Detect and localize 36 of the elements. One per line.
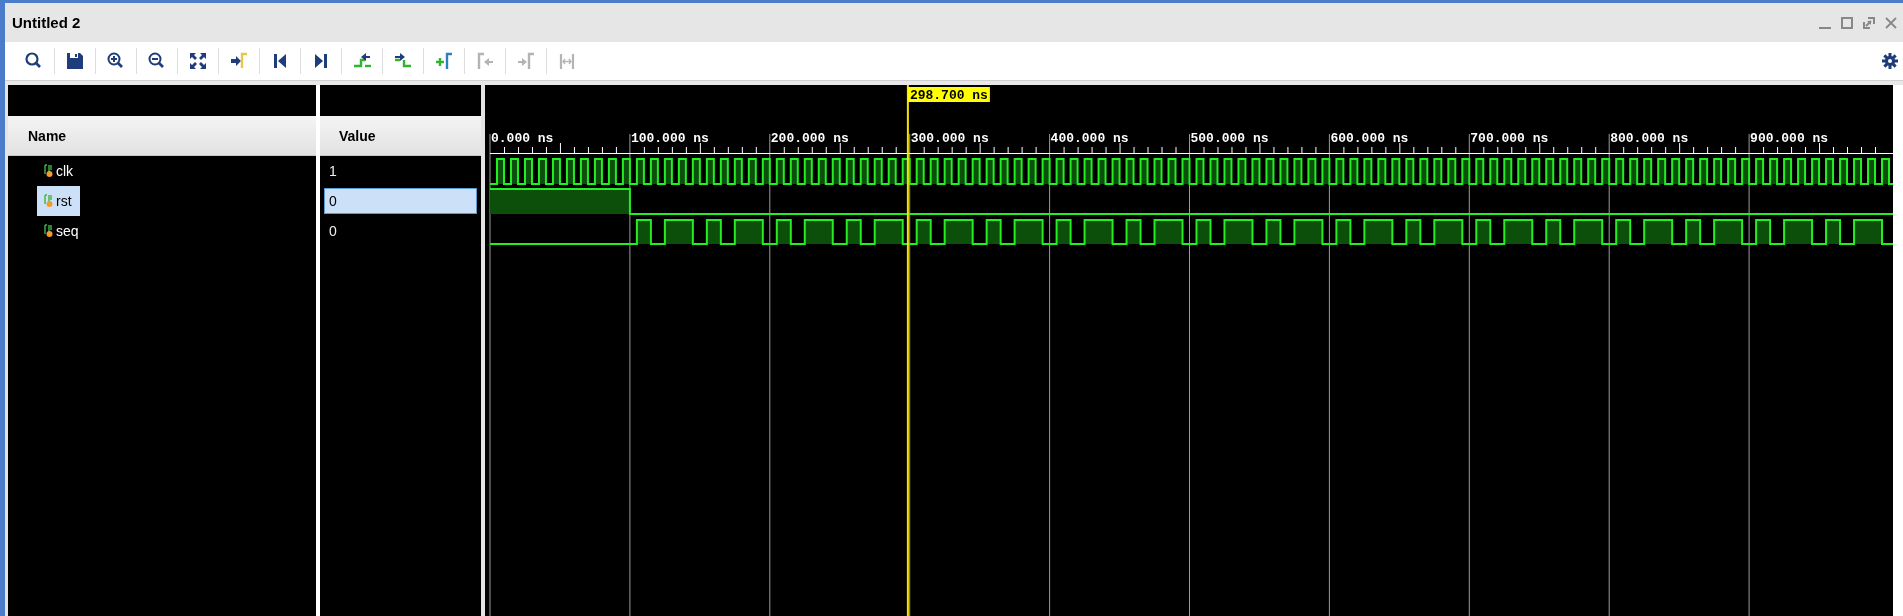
name-column-header[interactable]: Name [8,116,316,156]
plus-bracket-icon [434,51,454,71]
expand-arrows-icon [188,51,208,71]
time-label: 400.000 ns [1050,131,1129,146]
signal-icon [44,164,53,178]
signal-value: 0 [328,222,338,241]
time-label: 500.000 ns [1190,131,1269,146]
time-label: 100.000 ns [630,131,709,146]
signal-name[interactable]: seq [37,216,87,246]
window-title: Untitled 2 [12,14,82,31]
signal-name[interactable]: rst [37,186,80,216]
time-label: 0.000 ns [491,131,554,146]
maximize-icon[interactable] [1841,16,1853,29]
signal-name[interactable]: clk [37,156,82,186]
bracket-span-icon [557,51,577,71]
save-icon [65,51,85,71]
arrow-bracket-icon [516,51,536,71]
time-label: 600.000 ns [1330,131,1409,146]
close-icon[interactable] [1885,16,1897,29]
value-column-header[interactable]: Value [320,116,481,156]
bracket-arrow-left-icon [475,51,495,71]
time-label: 300.000 ns [910,131,989,146]
time-label: 700.000 ns [1470,131,1549,146]
time-label: 900.000 ns [1750,131,1829,146]
time-cursor[interactable] [906,85,909,616]
vertical-scrollbar[interactable] [1893,85,1903,616]
restore-icon[interactable] [1863,16,1875,29]
signal-value: 0 [324,188,477,214]
arrow-bracket-icon [229,51,249,71]
signal-icon [44,224,53,238]
time-label: 200.000 ns [770,131,849,146]
cursor-time-label: 298.700 ns [907,87,990,103]
signal-value: 1 [328,162,338,181]
time-label: 800.000 ns [1610,131,1689,146]
signal-icon [44,194,53,208]
settings-icon[interactable] [1882,53,1898,69]
